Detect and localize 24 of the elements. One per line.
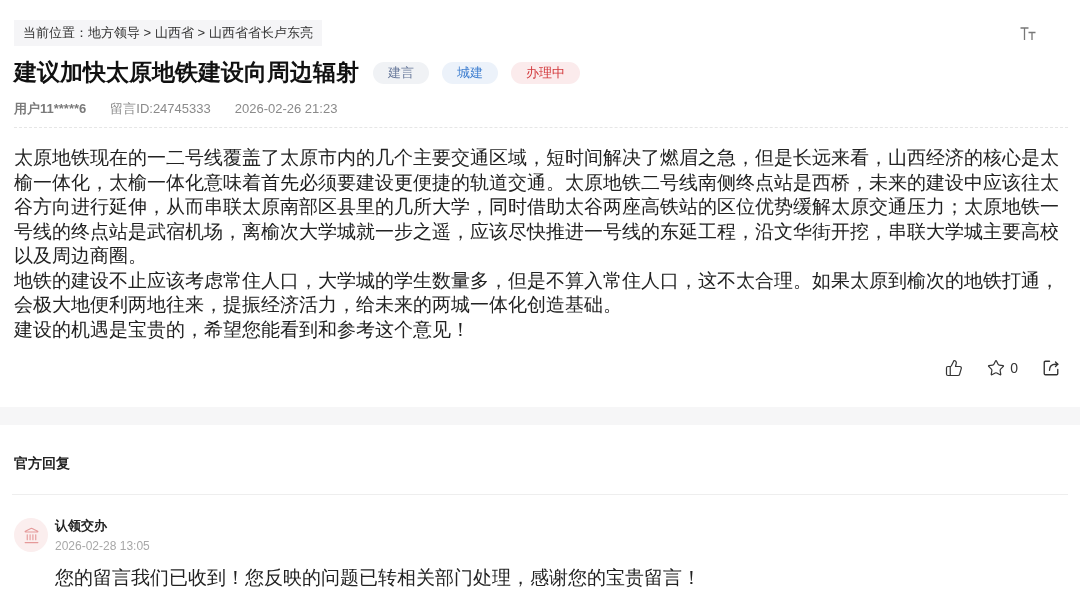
share-button[interactable] (1042, 359, 1060, 377)
star-icon (987, 359, 1006, 377)
body-paragraph: 地铁的建设不止应该考虑常住人口，大学城的学生数量多，但是不算入常住人口，这不太合理。如果太原到榆次的地铁打通，会极大地便利两地往来，提振经济活力，给未来的两城一体化创造基础。 (14, 268, 1060, 317)
body-paragraph: 太原地铁现在的一二号线覆盖了太原市内的几个主要交通区域，短时间解决了燃眉之急，但是长远来看，山西经济的核心是太榆一体化，太榆一体化意味着首先必须要建设更便捷的轨道交通。太原地铁二号线南侧终点站是西桥，未来的建设中应该往太谷方向进行延伸，从而串联太原南部区县里的几所大学，同时借助太谷两座高铁站的区位优势缓解太原交通压力；太原地铁一号线的终点站是武宿机场，离榆次大学城就一步之遥，应该尽快推进一号线的东延工程，沿文华街开挖，串联大学城主要高校以及周边商圈。 (14, 146, 1060, 268)
section-title: 官方回复 (14, 454, 70, 473)
tag: 办理中 (511, 62, 580, 84)
post-title: 建议加快太原地铁建设向周边辐射 (14, 59, 359, 87)
favorite-button[interactable]: 0 (987, 359, 1018, 377)
body-paragraph: 建设的机遇是宝贵的，希望您能看到和参考这个意见！ (14, 317, 471, 342)
tag: 建言 (373, 62, 429, 84)
reply-text: 您的留言我们已收到！您反映的问题已转相关部门处理，感谢您的宝贵留言！ (55, 566, 701, 590)
message-id: 留言ID:24745333 (110, 100, 211, 118)
post-time: 2026-02-26 21:23 (234, 100, 338, 118)
text-size-icon (1020, 26, 1036, 40)
tag: 城建 (442, 62, 498, 84)
reply-time: 2026-02-28 13:05 (55, 538, 150, 554)
landmark-avatar-icon (14, 518, 48, 552)
text-size-button[interactable] (1020, 26, 1036, 40)
thumbs-up-icon (945, 359, 964, 377)
breadcrumb: 当前位置：地方领导 > 山西省 > 山西省省长卢东亮 (14, 20, 322, 46)
user-name: 用户11*****6 (14, 100, 87, 118)
like-button[interactable] (945, 359, 964, 377)
share-icon (1042, 359, 1060, 377)
reply-author: 认领交办 (55, 517, 107, 535)
